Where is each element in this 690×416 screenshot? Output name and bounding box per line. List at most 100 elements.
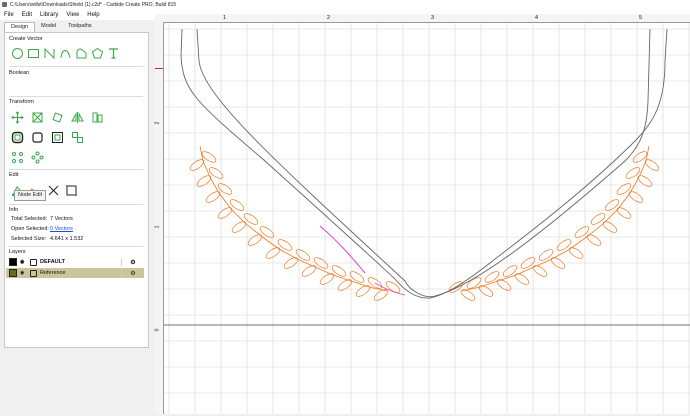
ruler-label: 3: [431, 15, 435, 21]
polygon-tool[interactable]: [91, 47, 104, 60]
origin-marker: [155, 68, 163, 69]
canvas-drawing: [155, 21, 690, 414]
laurel-leaf: [586, 234, 602, 246]
laurel-leaf: [385, 281, 401, 293]
layer-name: DEFAULT: [40, 259, 65, 265]
fillet-tool[interactable]: [31, 131, 44, 144]
laurel-leaf: [484, 271, 500, 283]
open-selected-label: Open Selected:: [11, 226, 49, 232]
align-tool[interactable]: [91, 111, 104, 124]
laurel-leaf: [301, 265, 317, 277]
gear-icon[interactable]: ⚙: [121, 269, 144, 277]
scale-tool[interactable]: [31, 111, 44, 124]
laurel-leaf: [277, 239, 293, 251]
offset-tool[interactable]: [11, 131, 24, 144]
gear-icon[interactable]: ⚙: [121, 258, 144, 266]
laurel-leaf: [189, 159, 205, 171]
laurel-leaf: [568, 247, 584, 259]
text-tool[interactable]: [107, 47, 120, 60]
layer-color-swatch[interactable]: [9, 269, 17, 277]
array-tool[interactable]: [71, 131, 84, 144]
layer-row-default[interactable]: ◉ DEFAULT ⚙: [6, 257, 144, 267]
tab-design[interactable]: Design: [4, 22, 36, 32]
eye-icon[interactable]: ◉: [20, 259, 28, 265]
section-edit: Edit: [9, 172, 19, 178]
mirror-tool[interactable]: [71, 111, 84, 124]
pentagon-icon: [91, 47, 104, 59]
polyline-tool[interactable]: [43, 47, 56, 60]
divider: [9, 66, 143, 67]
divider: [9, 96, 143, 97]
laurel-leaf: [295, 249, 311, 261]
laurel-leaf: [229, 199, 245, 211]
shield-inner-path: [180, 28, 668, 299]
laurel-leaf: [201, 151, 217, 163]
inset-tool[interactable]: [51, 131, 64, 144]
circle-icon: [12, 48, 23, 59]
eye-icon[interactable]: ◉: [20, 270, 28, 276]
laurel-leaf: [602, 221, 618, 233]
shield-outer-path: [196, 28, 651, 298]
laurel-leaf: [478, 285, 494, 297]
ruler-label: 1: [154, 225, 161, 229]
mode-tabs: Design Model Toolpaths: [4, 22, 154, 32]
info-selected-size: Selected Size: 4.641 x 1.532: [11, 236, 83, 242]
info-open-selected: Open Selected:0 Vectors: [11, 226, 73, 232]
laurel-leaf: [616, 207, 632, 219]
rotate-icon: [52, 112, 63, 123]
selection-highlight: [319, 225, 366, 274]
ruler-label: 1: [223, 15, 227, 21]
layer-color-swatch[interactable]: [9, 258, 17, 266]
laurel-leaf: [496, 279, 512, 291]
circular-array-tool[interactable]: [11, 151, 24, 164]
laurel-leaf: [590, 213, 606, 225]
move-tool[interactable]: [11, 111, 24, 124]
join-tool[interactable]: [65, 184, 78, 197]
divider: [9, 204, 143, 205]
laurel-leaf: [632, 151, 648, 163]
laurel-leaf: [217, 183, 233, 195]
selected-size-label: Selected Size:: [11, 236, 47, 242]
laurel-leaf: [616, 183, 632, 195]
lock-icon[interactable]: [30, 258, 37, 266]
selected-size-value: 4.641 x 1.532: [50, 236, 84, 242]
lock-icon[interactable]: [30, 269, 37, 277]
menu-view[interactable]: View: [62, 12, 83, 18]
laurel-leaf: [247, 234, 263, 246]
menu-help[interactable]: Help: [83, 12, 103, 18]
menu-library[interactable]: Library: [36, 12, 62, 18]
laurel-leaf: [331, 265, 347, 277]
ruler-label: 2: [154, 121, 161, 125]
ruler-label: 0: [154, 328, 161, 332]
cut-tool[interactable]: [47, 184, 60, 197]
tab-model[interactable]: Model: [35, 22, 62, 32]
rectangle-tool[interactable]: [27, 47, 40, 60]
laurel-left: [189, 145, 401, 301]
rotate-tool[interactable]: [51, 111, 64, 124]
divider: [9, 169, 143, 170]
design-canvas[interactable]: [155, 21, 690, 414]
menu-edit[interactable]: Edit: [18, 12, 36, 18]
grid-array-tool[interactable]: [31, 151, 44, 164]
align-icon: [92, 112, 103, 123]
title-bar: C:\Users\willst\Downloads\Shield (1).c2d…: [0, 0, 690, 9]
menu-file[interactable]: File: [0, 12, 18, 18]
ruler-label: 2: [327, 15, 331, 21]
laurel-leaf: [604, 199, 620, 211]
layer-row-reference[interactable]: ◉ Reference ⚙: [6, 268, 144, 278]
laurel-leaf: [243, 213, 259, 225]
section-boolean: Boolean: [9, 70, 30, 76]
curve-icon: [60, 50, 71, 59]
laurel-right: [448, 145, 660, 301]
open-selected-link[interactable]: 0 Vectors: [50, 226, 73, 232]
curve-tool[interactable]: [59, 47, 72, 60]
circle-tool[interactable]: [11, 47, 24, 60]
laurel-leaf: [514, 273, 530, 285]
tab-toolpaths[interactable]: Toolpaths: [62, 22, 98, 32]
bounding-box-icon: [66, 185, 77, 196]
text-icon: [109, 48, 118, 59]
fillet-icon: [32, 132, 43, 143]
laurel-leaf: [538, 249, 554, 261]
laurel-leaf: [625, 167, 641, 179]
rounded-rect-tool[interactable]: [75, 47, 88, 60]
